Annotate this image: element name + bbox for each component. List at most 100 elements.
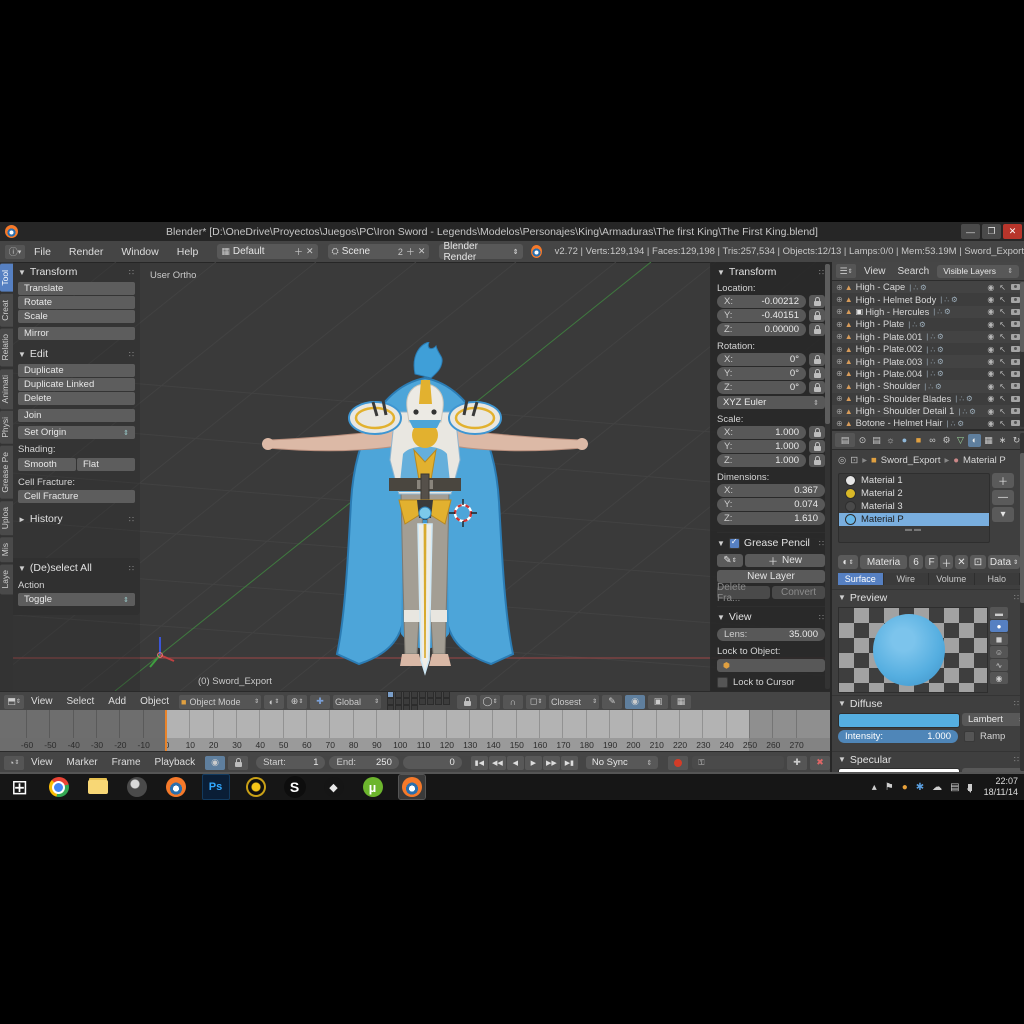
number-field[interactable]: Y:1.000 bbox=[717, 440, 806, 453]
scene-tab-icon[interactable]: ☼ bbox=[884, 434, 897, 447]
layer-dot[interactable] bbox=[435, 698, 442, 705]
end-frame-field[interactable]: End:250 bbox=[329, 756, 398, 769]
texture-tab-icon[interactable]: ▦ bbox=[982, 434, 995, 447]
tray-expand-icon[interactable]: ▴ bbox=[872, 782, 877, 793]
data-dropdown[interactable]: Data⇕ bbox=[988, 555, 1020, 569]
outliner-row[interactable]: ⊕ ▲ ▣ High - Hercules | ∴ ⚙ ◉ ↖ bbox=[832, 306, 1024, 318]
lock-to-cursor-checkbox[interactable] bbox=[717, 677, 728, 688]
snap-magnet-icon[interactable]: ∩ bbox=[503, 695, 523, 709]
current-frame-field[interactable]: 0 bbox=[403, 756, 462, 769]
character-model[interactable] bbox=[255, 342, 595, 677]
update-icon[interactable]: ✱ bbox=[916, 782, 924, 793]
lock-icon[interactable] bbox=[457, 695, 477, 709]
menu-item[interactable]: Frame bbox=[105, 757, 148, 768]
layer-dot[interactable] bbox=[387, 691, 394, 698]
pin-icon[interactable]: ◎ bbox=[838, 455, 846, 466]
expand-icon[interactable]: ⊕ bbox=[836, 345, 843, 354]
menu-item[interactable]: Render bbox=[60, 246, 112, 258]
taskbar-app-icon[interactable] bbox=[243, 775, 269, 799]
start-frame-field[interactable]: Start:1 bbox=[256, 756, 325, 769]
panel-header-transform[interactable]: ▼ Transform∷ bbox=[717, 266, 825, 278]
outliner-scrollbar[interactable] bbox=[1020, 282, 1024, 427]
panel-grip-icon[interactable]: ∷ bbox=[129, 268, 135, 277]
mirror-button[interactable]: EditMirror bbox=[18, 327, 135, 340]
menu-item[interactable]: Select bbox=[60, 696, 102, 707]
visibility-eye-icon[interactable]: ◉ bbox=[987, 369, 994, 378]
proportional-editing-icon[interactable]: ◯⇕ bbox=[480, 695, 500, 709]
rotation-mode-dropdown[interactable]: XYZ Euler⇕ bbox=[717, 396, 825, 409]
visibility-eye-icon[interactable]: ◉ bbox=[987, 382, 994, 391]
expand-icon[interactable]: ⊕ bbox=[836, 369, 843, 378]
lock-icon[interactable] bbox=[809, 367, 825, 380]
visibility-eye-icon[interactable]: ◉ bbox=[987, 357, 994, 366]
lens-field[interactable]: Lens:35.000 bbox=[717, 628, 825, 641]
world-tab-icon[interactable]: ● bbox=[898, 434, 911, 447]
taskbar-app-icon[interactable]: µ bbox=[360, 775, 386, 799]
outliner-row[interactable]: ⊕ ▲ ▣ High - Cape | ∴ ⚙ ◉ ↖ bbox=[832, 281, 1024, 293]
panel-header-deselect-all[interactable]: ▼ (De)select All∷ bbox=[18, 562, 135, 574]
mode-dropdown[interactable]: ■ Object Mode⇕ bbox=[179, 695, 261, 709]
preview-cube-button[interactable]: ◼ bbox=[990, 633, 1008, 645]
toolshelf-tab[interactable]: Creat bbox=[0, 294, 13, 327]
number-field[interactable]: Z:0.00000 bbox=[717, 323, 806, 336]
renderable-camera-icon[interactable] bbox=[1011, 420, 1020, 426]
network-icon[interactable]: ▤ bbox=[950, 782, 959, 793]
visibility-eye-icon[interactable]: ◉ bbox=[987, 332, 994, 341]
taskbar-app-icon[interactable] bbox=[163, 775, 189, 799]
action-center-flag-icon[interactable]: ⚑ bbox=[885, 782, 894, 793]
panel-header-edit[interactable]: ▼ Edit∷ bbox=[18, 348, 135, 360]
layout-name[interactable]: Default bbox=[233, 246, 265, 257]
grease-convert-button[interactable]: Convert bbox=[772, 586, 825, 599]
lock-icon[interactable] bbox=[809, 454, 825, 467]
toolshelf-tab[interactable]: Tool bbox=[0, 264, 13, 292]
material-slot[interactable]: Material 2 bbox=[839, 487, 989, 500]
material-type-tab[interactable]: Volume bbox=[929, 573, 975, 585]
number-field[interactable]: Z:1.610 bbox=[717, 512, 825, 525]
outliner-row[interactable]: ⊕ ▲ ▣ High - Plate.002 | ∴ ⚙ ◉ ↖ bbox=[832, 343, 1024, 355]
snap-target-dropdown[interactable]: Closest⇕ bbox=[549, 695, 599, 709]
slot-specials-button[interactable]: ▾ bbox=[992, 507, 1014, 522]
diffuse-shader-dropdown[interactable]: Lambert⇕ bbox=[962, 713, 1024, 726]
orientation-dropdown[interactable]: Global⇕ bbox=[333, 695, 381, 709]
timeline-ruler[interactable]: -60-50-40-30-20-100102030405060708090100… bbox=[0, 710, 830, 751]
menu-item[interactable]: Marker bbox=[60, 757, 105, 768]
visibility-eye-icon[interactable]: ◉ bbox=[987, 283, 994, 292]
keying-set-field[interactable]: ⚿ bbox=[692, 756, 784, 769]
editor-type-timeline-icon[interactable]: ◔⇕ bbox=[4, 756, 24, 770]
material-type-tab[interactable]: Wire bbox=[884, 573, 930, 585]
preview-sphere2-button[interactable]: ◉ bbox=[990, 672, 1008, 684]
editor-type-properties-icon[interactable]: ▤ bbox=[835, 433, 855, 447]
outliner-row[interactable]: ⊕ ▲ ▣ High - Helmet Body | ∴ ⚙ ◉ ↖ bbox=[832, 293, 1024, 305]
material-slot[interactable]: Material 3 bbox=[839, 500, 989, 513]
menu-item[interactable]: View bbox=[24, 757, 60, 768]
layer-dot[interactable] bbox=[443, 698, 450, 705]
renderable-camera-icon[interactable] bbox=[1011, 309, 1020, 315]
modifiers-tab-icon[interactable]: ⚙ bbox=[940, 434, 953, 447]
security-shield-icon[interactable]: ● bbox=[902, 782, 908, 793]
panel-grip-icon[interactable]: ∷ bbox=[129, 564, 135, 573]
object-tab-icon[interactable]: ■ bbox=[912, 434, 925, 447]
node-icon[interactable]: ⊡ bbox=[850, 455, 858, 466]
add-slot-button[interactable]: ＋ bbox=[992, 473, 1014, 488]
taskbar-app-icon[interactable]: ⊞ bbox=[7, 775, 33, 799]
viewport-shading-dropdown[interactable]: ◐⇕ bbox=[264, 695, 284, 709]
selectable-arrow-icon[interactable]: ↖ bbox=[999, 357, 1006, 366]
close-button[interactable]: ✕ bbox=[1003, 224, 1022, 239]
selectable-arrow-icon[interactable]: ↖ bbox=[999, 307, 1006, 316]
diffuse-intensity-slider[interactable]: Intensity:1.000 bbox=[838, 730, 958, 743]
selectable-arrow-icon[interactable]: ↖ bbox=[999, 345, 1006, 354]
material-name-field[interactable]: Materia bbox=[860, 555, 907, 569]
expand-icon[interactable]: ⊕ bbox=[836, 394, 843, 403]
toolshelf-tab[interactable]: Animati bbox=[0, 369, 13, 409]
panel-header-grease-pencil[interactable]: ▼ Grease Pencil∷ bbox=[717, 532, 825, 549]
manipulator-toggle-icon[interactable]: ✚ bbox=[310, 695, 330, 709]
grease-delete-frame-button[interactable]: Delete Fra... bbox=[717, 586, 770, 599]
layer-dot[interactable] bbox=[443, 691, 450, 698]
preview-range-icon[interactable]: ◉ bbox=[205, 756, 225, 770]
menu-item[interactable]: Window bbox=[112, 246, 167, 258]
panel-header-history[interactable]: ► History∷ bbox=[18, 513, 135, 525]
sync-dropdown[interactable]: No Sync⇕ bbox=[586, 756, 659, 769]
toolshelf-tab[interactable]: Physi bbox=[0, 411, 13, 444]
diffuse-color-swatch[interactable] bbox=[838, 713, 960, 728]
render-tab-icon[interactable]: ⊙ bbox=[856, 434, 869, 447]
